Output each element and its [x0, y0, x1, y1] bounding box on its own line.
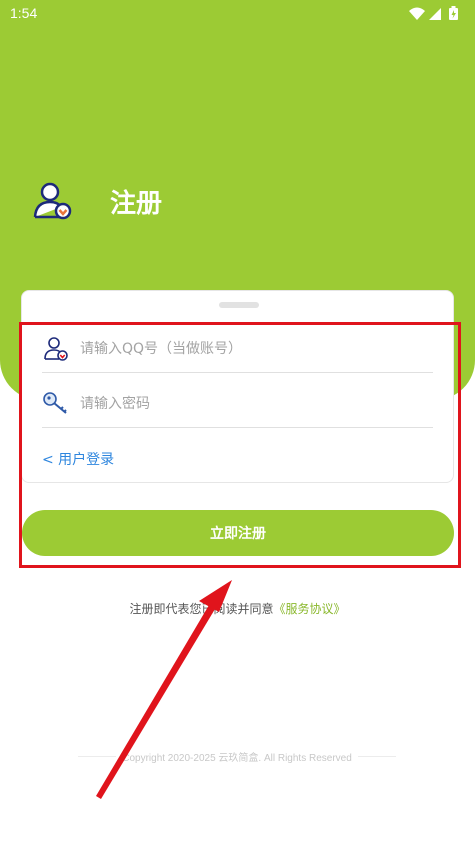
status-bar: 1:54 — [0, 0, 475, 26]
page-header: 注册 — [32, 180, 162, 222]
battery-icon — [449, 6, 458, 20]
card-handle — [219, 302, 259, 308]
qq-field — [42, 326, 433, 373]
login-link[interactable]: < 用户登录 — [42, 449, 114, 469]
copyright-text: Copyright 2020-2025 云玖简盒. All Rights Res… — [122, 752, 352, 764]
password-field — [42, 381, 433, 428]
user-register-icon — [33, 182, 72, 220]
agreement-text: 注册即代表您已阅读并同意《服务协议》 — [0, 600, 475, 617]
key-icon — [42, 390, 70, 418]
footer-divider-left — [78, 755, 117, 757]
page-title: 注册 — [110, 188, 163, 219]
register-card: < 用户登录 — [21, 290, 454, 483]
status-icons — [409, 6, 458, 20]
qq-input[interactable] — [78, 340, 412, 358]
user-icon — [42, 335, 70, 363]
footer-divider-right — [357, 755, 397, 757]
service-agreement-link[interactable]: 《服务协议》 — [274, 602, 346, 616]
register-button[interactable]: 立即注册 — [22, 510, 454, 556]
status-time: 1:54 — [10, 5, 38, 21]
agreement-prefix: 注册即代表您已阅读并同意 — [129, 602, 274, 616]
password-input[interactable] — [78, 395, 412, 413]
signal-icon — [429, 8, 441, 20]
footer: Copyright 2020-2025 云玖简盒. All Rights Res… — [72, 748, 402, 764]
wifi-icon — [409, 7, 425, 20]
